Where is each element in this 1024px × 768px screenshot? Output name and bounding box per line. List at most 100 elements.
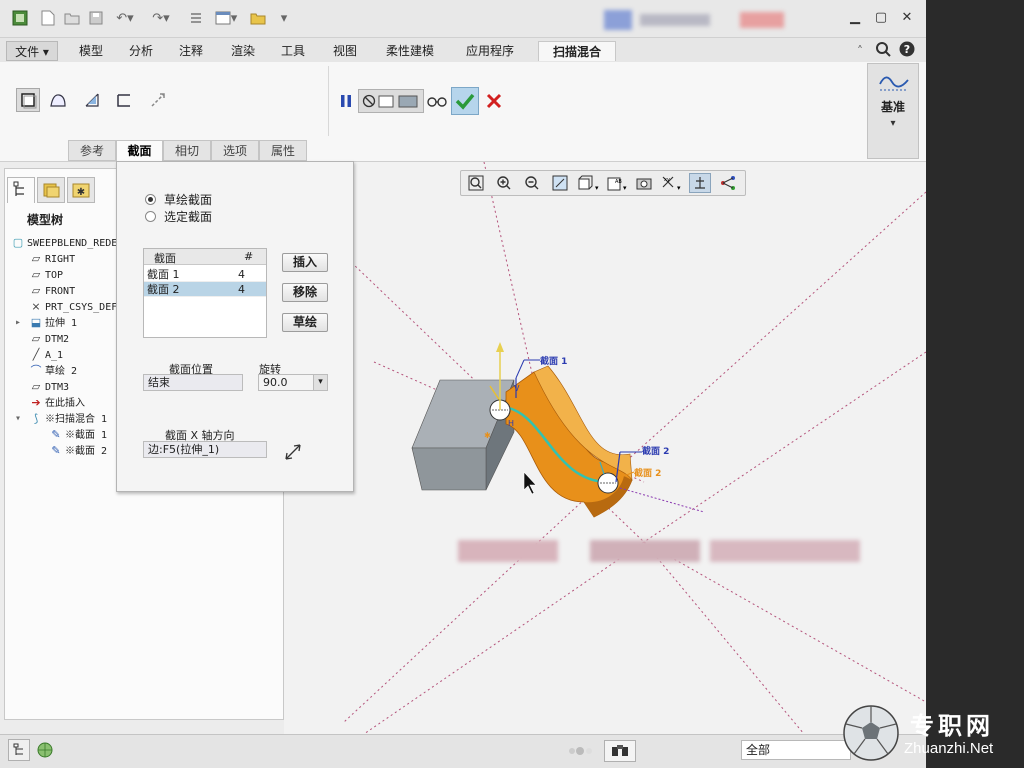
tree-item[interactable]: ⨯ PRT_CSYS_DEF — [29, 299, 117, 315]
display-style-icon[interactable]: ▾ — [575, 173, 603, 193]
tab-model[interactable]: 模型 — [70, 41, 112, 61]
browser-globe-icon[interactable] — [34, 739, 56, 761]
flip-direction-icon[interactable] — [146, 88, 170, 112]
zoom-out-icon[interactable] — [521, 173, 543, 193]
svg-text:✱: ✱ — [77, 187, 85, 198]
tree-item[interactable]: ✎ ※截面 1 — [49, 427, 107, 443]
show-navigator-icon[interactable] — [8, 739, 30, 761]
preview-options-group[interactable] — [358, 89, 424, 113]
subtab-references[interactable]: 参考 — [68, 140, 116, 161]
tab-annotate[interactable]: 注释 — [170, 41, 212, 61]
tree-item[interactable]: ✎ ※截面 2 — [49, 443, 107, 459]
save-icon[interactable] — [86, 8, 106, 28]
new-file-icon[interactable] — [38, 8, 58, 28]
open-file-icon[interactable] — [62, 8, 82, 28]
x-axis-direction-field[interactable]: 边:F5(拉伸_1) — [143, 441, 267, 458]
tab-sweep-blend[interactable]: 扫描混合 — [538, 41, 616, 61]
table-row[interactable]: 截面 1 4 — [144, 267, 266, 282]
solid-type-icon[interactable] — [16, 88, 40, 112]
favorites-tab-icon[interactable]: ✱ — [67, 177, 95, 203]
svg-text:V: V — [514, 384, 520, 393]
message-indicator-icon — [566, 745, 596, 757]
annotation-display-icon[interactable] — [717, 173, 739, 193]
svg-text:▾: ▾ — [595, 184, 599, 191]
model-view: V H ✱ — [329, 162, 926, 734]
cancel-x-icon[interactable] — [482, 89, 506, 113]
table-row[interactable]: 截面 2 4 — [144, 282, 266, 297]
selection-filter[interactable]: 全部 — [741, 740, 851, 760]
view-manager-icon[interactable] — [633, 173, 655, 193]
radio-dot — [145, 210, 156, 222]
selected-sections-radio[interactable]: 选定截面 — [145, 208, 305, 224]
tree-item[interactable]: ▱ TOP — [29, 267, 63, 283]
tree-item[interactable]: ▢ SWEEPBLEND_REDE — [11, 235, 118, 251]
redo-icon[interactable]: ↷▾ — [146, 8, 176, 28]
tree-item[interactable]: ➔ 在此插入 — [29, 395, 85, 411]
zoom-in-icon[interactable] — [493, 173, 515, 193]
expand-toggle-icon[interactable]: ▾ — [15, 411, 21, 427]
subtab-sections[interactable]: 截面 — [116, 140, 163, 161]
tree-item[interactable]: ▱ DTM2 — [29, 331, 69, 347]
close-icon[interactable]: ✕ — [898, 9, 916, 27]
folder-browser-tab-icon[interactable] — [37, 177, 65, 203]
tree-item[interactable]: ▱ FRONT — [29, 283, 75, 299]
tree-item[interactable]: ╱ A_1 — [29, 347, 63, 363]
section-icon: ✎ — [51, 444, 61, 457]
expand-toggle-icon[interactable]: ▸ — [15, 315, 21, 331]
tree-item[interactable]: ▸ ⬓ 拉伸 1 — [15, 315, 77, 331]
subtab-tangency[interactable]: 相切 — [163, 140, 211, 161]
tab-flexible-modeling[interactable]: 柔性建模 — [376, 41, 444, 61]
rotation-dropdown-icon[interactable]: ▾ — [313, 375, 327, 390]
rotation-combo[interactable]: 90.0 ▾ — [258, 374, 328, 391]
tab-view[interactable]: 视图 — [322, 41, 368, 61]
remove-button[interactable]: 移除 — [282, 283, 328, 302]
collapse-ribbon-icon[interactable]: ˄ — [852, 41, 868, 61]
maximize-icon[interactable]: ▢ — [872, 9, 890, 27]
subtab-options[interactable]: 选项 — [211, 140, 259, 161]
model-tree-header: 模型树 — [27, 213, 64, 227]
pause-icon[interactable] — [334, 89, 358, 113]
search-icon[interactable] — [874, 41, 892, 61]
tab-analysis[interactable]: 分析 — [120, 41, 162, 61]
remove-material-icon[interactable] — [80, 88, 104, 112]
datum-button[interactable]: 基准 ▾ — [867, 63, 919, 159]
sketched-sections-radio[interactable]: 草绘截面 — [145, 191, 305, 207]
minimize-icon[interactable]: ▁ — [846, 9, 864, 27]
tree-item-label: 草绘 2 — [45, 366, 78, 377]
windows-icon[interactable]: ▾ — [210, 8, 242, 28]
perspective-icon[interactable]: xy ▾ — [659, 173, 685, 193]
verify-glasses-icon[interactable] — [424, 89, 450, 113]
insert-button[interactable]: 插入 — [282, 253, 328, 272]
tab-tools[interactable]: 工具 — [272, 41, 314, 61]
graphics-area[interactable]: V H ✱ 截面 1 截面 2 截面 2 — [284, 162, 926, 734]
customize-toolbar-icon[interactable]: ▾ — [276, 8, 292, 28]
subtab-properties[interactable]: 属性 — [259, 140, 307, 161]
sweep-blend-body — [489, 365, 633, 518]
repaint-icon[interactable] — [549, 173, 571, 193]
datum-display-icon[interactable] — [689, 173, 711, 193]
tree-item[interactable]: ▱ DTM3 — [29, 379, 69, 395]
file-menu[interactable]: 文件 ▾ — [6, 41, 58, 61]
svg-text:?: ? — [904, 43, 910, 56]
model-tree-tab-icon[interactable] — [7, 177, 35, 203]
status-bar: 全部 — [0, 734, 926, 768]
section-location-field[interactable]: 结束 — [143, 374, 243, 391]
tab-render[interactable]: 渲染 — [220, 41, 266, 61]
tree-item[interactable]: ⌒ 草绘 2 — [29, 363, 78, 379]
datum-plane-icon: ▱ — [31, 380, 41, 393]
smart-selection-filter-icon[interactable] — [604, 740, 636, 762]
help-icon[interactable]: ? — [898, 41, 916, 61]
tree-item[interactable]: ▾ ⟆ ※扫描混合 1 — [15, 411, 107, 427]
thicken-icon[interactable] — [112, 88, 136, 112]
refit-icon[interactable] — [465, 173, 487, 193]
folder-icon[interactable] — [248, 8, 268, 28]
tree-item[interactable]: ▱ RIGHT — [29, 251, 75, 267]
saved-orientations-icon[interactable]: AB ▾ — [605, 173, 631, 193]
regenerate-icon[interactable] — [186, 8, 206, 28]
tab-applications[interactable]: 应用程序 — [454, 41, 526, 61]
flip-x-axis-icon[interactable] — [283, 442, 303, 462]
surface-type-icon[interactable] — [46, 88, 70, 112]
ok-checkmark-icon[interactable] — [451, 87, 479, 115]
sketch-button[interactable]: 草绘 — [282, 313, 328, 332]
undo-icon[interactable]: ↶▾ — [110, 8, 140, 28]
